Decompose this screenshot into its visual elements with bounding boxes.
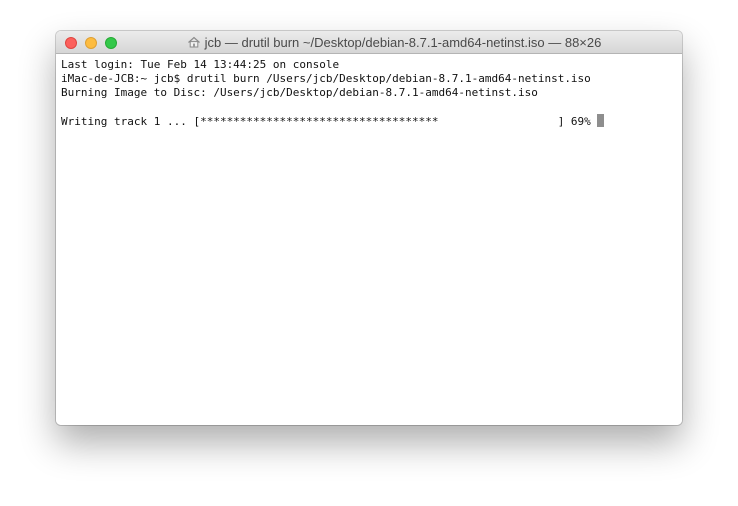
home-folder-icon [187, 36, 200, 48]
terminal-window: jcb — drutil burn ~/Desktop/debian-8.7.1… [56, 31, 682, 425]
terminal-line-last-login: Last login: Tue Feb 14 13:44:25 on conso… [61, 58, 340, 71]
terminal-line-progress: Writing track 1 ... [*******************… [61, 114, 682, 128]
progress-text: Writing track 1 ... [*******************… [61, 115, 591, 128]
terminal-output[interactable]: Last login: Tue Feb 14 13:44:25 on conso… [56, 54, 682, 425]
title-bar[interactable]: jcb — drutil burn ~/Desktop/debian-8.7.1… [56, 31, 682, 54]
terminal-line-command: iMac-de-JCB:~ jcb$ drutil burn /Users/jc… [61, 72, 591, 85]
window-title-container: jcb — drutil burn ~/Desktop/debian-8.7.1… [56, 31, 682, 53]
text-cursor [596, 114, 604, 127]
terminal-line-burning: Burning Image to Disc: /Users/jcb/Deskto… [61, 86, 538, 99]
window-title: jcb — drutil burn ~/Desktop/debian-8.7.1… [204, 34, 602, 50]
